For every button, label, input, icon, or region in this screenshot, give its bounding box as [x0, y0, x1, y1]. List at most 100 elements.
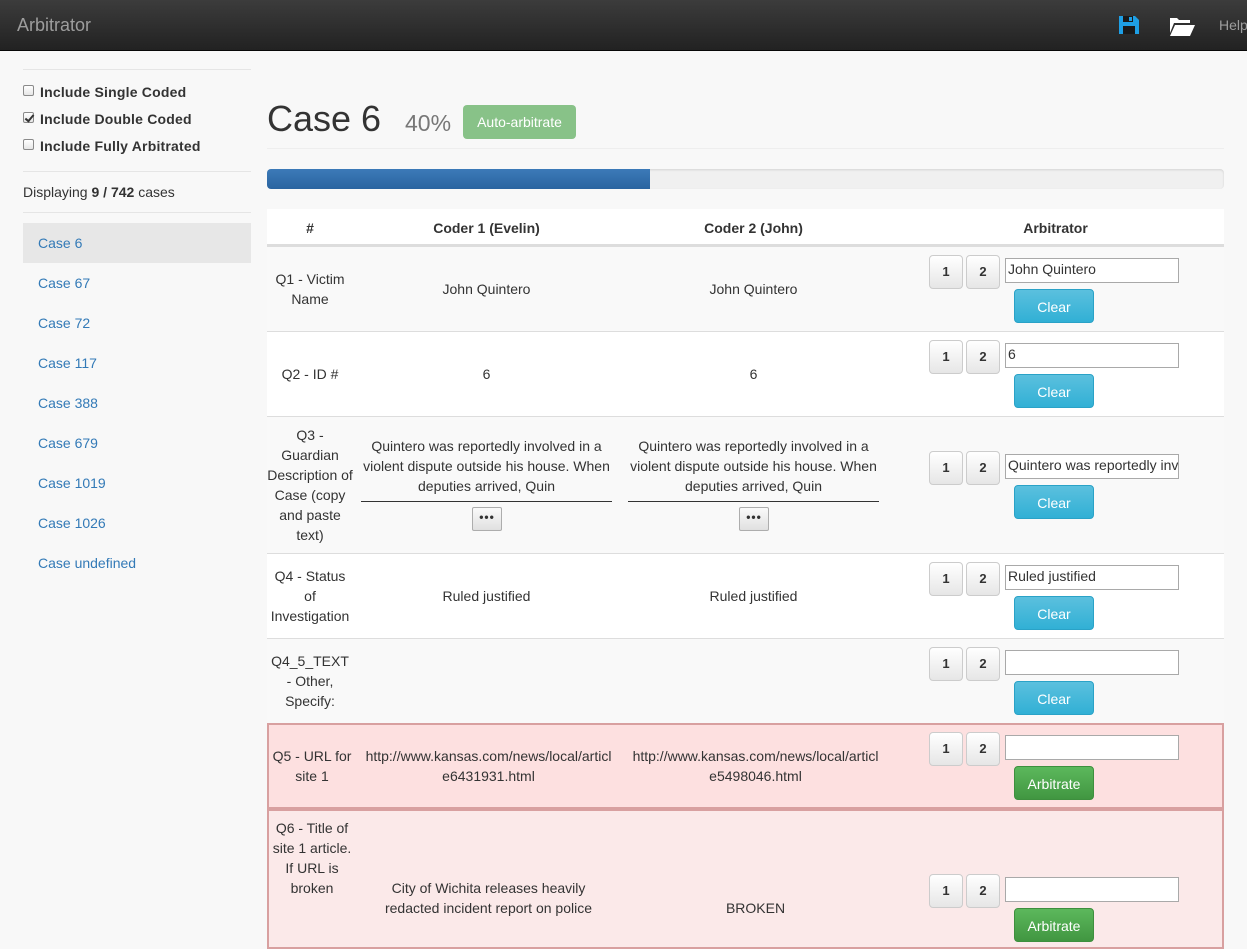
main-content: Case 6 40% Auto-arbitrate # Coder 1 (Eve… — [251, 51, 1247, 949]
case-list: Case 6 Case 67 Case 72 Case 117 Case 388… — [23, 223, 251, 583]
checkbox[interactable] — [23, 139, 34, 150]
case-link[interactable]: Case 6 — [23, 223, 251, 263]
help-link[interactable]: Help — [1219, 17, 1247, 33]
checkbox[interactable] — [23, 85, 34, 96]
choose-coder1-button[interactable]: 1 — [929, 340, 963, 374]
filter-single-coded[interactable]: Include Single Coded — [23, 84, 186, 100]
checkbox[interactable] — [23, 112, 34, 123]
choose-coder1-button[interactable]: 1 — [929, 874, 963, 908]
arbitrate-button[interactable]: Arbitrate — [1014, 766, 1094, 800]
progress-bar — [267, 169, 1224, 189]
question-label: Q4 - Status of Investigation — [270, 568, 350, 624]
choose-coder1-button[interactable]: 1 — [929, 732, 963, 766]
question-label: Q1 - Victim Name — [275, 271, 345, 307]
coder1-value: 6 — [482, 366, 491, 382]
case-link[interactable]: Case 1026 — [23, 503, 251, 543]
question-label: Q6 - Title of site 1 article. If URL is … — [272, 820, 352, 896]
divider — [628, 501, 879, 502]
coder1-value: City of Wichita releases heavily redacte… — [384, 880, 593, 916]
progress-percent: 40% — [405, 110, 452, 136]
divider — [361, 501, 612, 502]
clear-button[interactable]: Clear — [1014, 289, 1094, 323]
expand-text-button[interactable]: ••• — [472, 507, 502, 531]
coder2-value: Ruled justified — [709, 588, 798, 604]
coder2-value: John Quintero — [709, 281, 798, 297]
case-link[interactable]: Case 1019 — [23, 463, 251, 503]
choose-coder1-button[interactable]: 1 — [929, 562, 963, 596]
sidebar: Include Single Coded Include Double Code… — [0, 51, 251, 913]
question-label: Q4_5_TEXT - Other, Specify: — [271, 653, 349, 709]
question-label: Q3 - Guardian Description of Case (copy … — [267, 427, 353, 543]
coder2-value: http://www.kansas.com/news/local/article… — [632, 748, 879, 784]
choose-coder2-button[interactable]: 2 — [966, 340, 1000, 374]
coder1-value: John Quintero — [442, 281, 531, 297]
arbitrated-value-input[interactable] — [1005, 877, 1179, 902]
column-header: Coder 2 (John) — [704, 220, 803, 236]
case-link[interactable]: Case 679 — [23, 423, 251, 463]
coder1-value: Quintero was reportedly involved in a vi… — [363, 438, 610, 494]
case-link[interactable]: Case 117 — [23, 343, 251, 383]
table-row: Q2 - ID # 6 6 1 2 6 Clear — [267, 331, 1224, 416]
table-header: # Coder 1 (Evelin) Coder 2 (John) Arbitr… — [267, 209, 1224, 246]
column-header: Arbitrator — [1023, 220, 1088, 236]
choose-coder2-button[interactable]: 2 — [966, 255, 1000, 289]
choose-coder2-button[interactable]: 2 — [966, 732, 1000, 766]
choose-coder2-button[interactable]: 2 — [966, 562, 1000, 596]
divider — [23, 212, 251, 213]
divider — [267, 148, 1224, 149]
table-row-conflict: Q5 - URL for site 1 http://www.kansas.co… — [267, 723, 1224, 809]
column-header: # — [306, 220, 314, 236]
displaying-count: Displaying 9 / 742 cases — [23, 184, 175, 200]
arbitrated-value-input[interactable]: 6 — [1005, 343, 1179, 368]
auto-arbitrate-button[interactable]: Auto-arbitrate — [463, 105, 576, 139]
clear-button[interactable]: Clear — [1014, 374, 1094, 408]
coder2-value: BROKEN — [725, 900, 786, 916]
case-link[interactable]: Case 67 — [23, 263, 251, 303]
arbitrated-value-input[interactable] — [1005, 650, 1179, 675]
clear-button[interactable]: Clear — [1014, 681, 1094, 715]
coder2-value: 6 — [749, 366, 758, 382]
arbitrated-value-input[interactable] — [1005, 735, 1179, 760]
arbitration-table: # Coder 1 (Evelin) Coder 2 (John) Arbitr… — [267, 209, 1224, 949]
top-navbar: Arbitrator Help — [0, 0, 1247, 51]
table-row: Q4 - Status of Investigation Ruled justi… — [267, 553, 1224, 638]
coder2-value: Quintero was reportedly involved in a vi… — [630, 438, 877, 494]
case-link[interactable]: Case 388 — [23, 383, 251, 423]
case-count: 9 / 742 — [91, 184, 135, 200]
column-header: Coder 1 (Evelin) — [433, 220, 540, 236]
page-title: Case 6 — [267, 98, 382, 139]
arbitrated-value-input[interactable]: John Quintero — [1005, 258, 1179, 283]
table-row-conflict: Q6 - Title of site 1 article. If URL is … — [267, 809, 1224, 949]
table-row: Q1 - Victim Name John Quintero John Quin… — [267, 246, 1224, 331]
divider — [23, 171, 251, 172]
coder1-value: http://www.kansas.com/news/local/article… — [365, 748, 612, 784]
floppy-disk-icon[interactable] — [1118, 15, 1140, 35]
choose-coder1-button[interactable]: 1 — [929, 255, 963, 289]
case-link[interactable]: Case undefined — [23, 543, 251, 583]
filter-label: Include Double Coded — [40, 111, 192, 127]
filter-fully-arbitrated[interactable]: Include Fully Arbitrated — [23, 138, 201, 154]
table-row: Q4_5_TEXT - Other, Specify: 1 2 Clear — [267, 638, 1224, 723]
arbitrate-button[interactable]: Arbitrate — [1014, 908, 1094, 942]
table-row: Q3 - Guardian Description of Case (copy … — [267, 416, 1224, 553]
divider — [23, 69, 251, 70]
question-label: Q5 - URL for site 1 — [272, 748, 352, 784]
filter-label: Include Single Coded — [40, 84, 187, 100]
filter-label: Include Fully Arbitrated — [40, 138, 201, 154]
choose-coder1-button[interactable]: 1 — [929, 647, 963, 681]
app-brand[interactable]: Arbitrator — [17, 15, 91, 36]
coder1-value: Ruled justified — [442, 588, 531, 604]
arbitrated-value-input[interactable]: Quintero was reportedly inv — [1005, 454, 1179, 479]
clear-button[interactable]: Clear — [1014, 596, 1094, 630]
filter-double-coded[interactable]: Include Double Coded — [23, 111, 192, 127]
question-label: Q2 - ID # — [281, 366, 339, 382]
choose-coder1-button[interactable]: 1 — [929, 451, 963, 485]
case-link[interactable]: Case 72 — [23, 303, 251, 343]
choose-coder2-button[interactable]: 2 — [966, 874, 1000, 908]
arbitrated-value-input[interactable]: Ruled justified — [1005, 565, 1179, 590]
clear-button[interactable]: Clear — [1014, 485, 1094, 519]
folder-open-icon[interactable] — [1168, 15, 1196, 37]
choose-coder2-button[interactable]: 2 — [966, 451, 1000, 485]
choose-coder2-button[interactable]: 2 — [966, 647, 1000, 681]
expand-text-button[interactable]: ••• — [739, 507, 769, 531]
